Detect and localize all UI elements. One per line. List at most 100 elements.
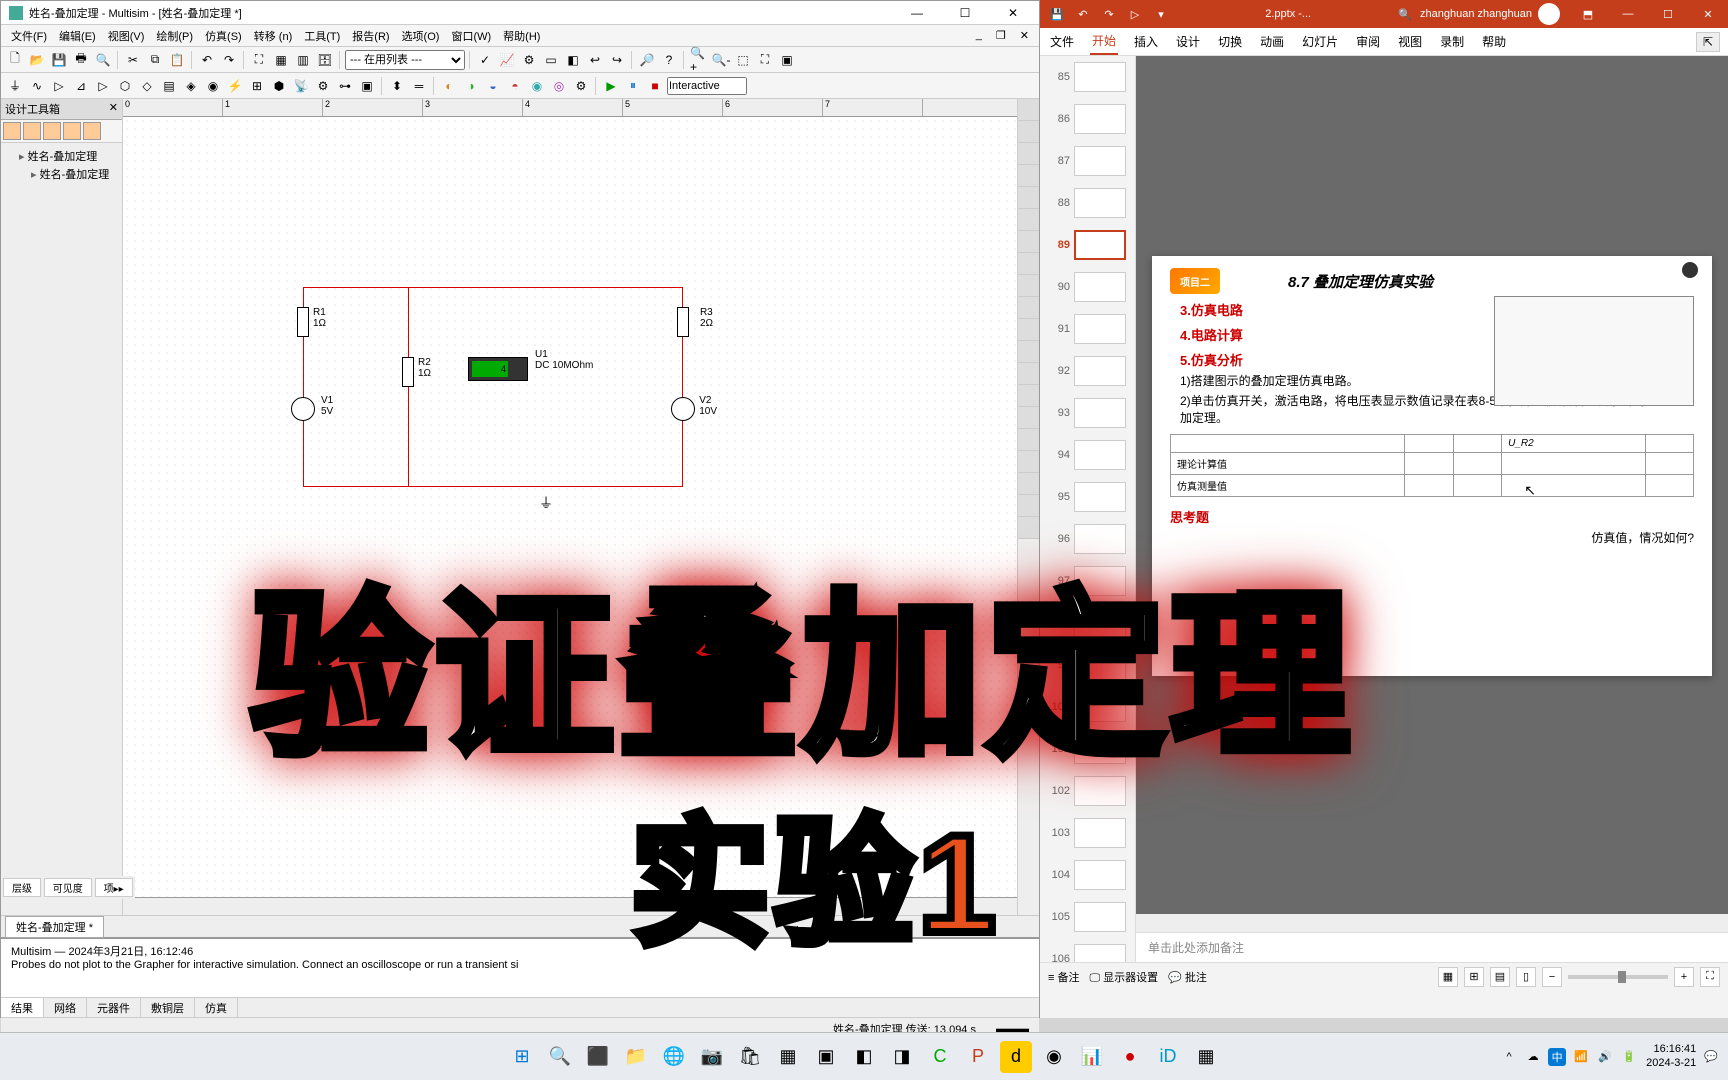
- transistor-icon[interactable]: ⊿: [71, 76, 91, 96]
- output-tab-nets[interactable]: 网络: [44, 998, 87, 1017]
- maximize-button[interactable]: ☐: [947, 3, 983, 23]
- instrument-bode-icon[interactable]: [1018, 209, 1039, 231]
- store-icon[interactable]: 🛍: [734, 1041, 766, 1073]
- undo-icon[interactable]: ↶: [1074, 5, 1092, 23]
- menu-window[interactable]: 窗口(W): [445, 28, 497, 44]
- app-icon[interactable]: ▣: [810, 1041, 842, 1073]
- sim-mode-field[interactable]: [667, 77, 747, 95]
- instrument-distort-icon[interactable]: [1018, 341, 1039, 363]
- output-tab-sim[interactable]: 仿真: [195, 998, 238, 1017]
- thumbnail-slide[interactable]: 93: [1040, 392, 1135, 434]
- schematic-tab[interactable]: 姓名-叠加定理 *: [5, 916, 104, 938]
- tray-onedrive-icon[interactable]: ☁: [1524, 1048, 1542, 1066]
- instrument-wattmeter-icon[interactable]: [1018, 143, 1039, 165]
- view-sorter-icon[interactable]: ⊞: [1464, 967, 1484, 987]
- probe-settings-icon[interactable]: ⚙: [571, 76, 591, 96]
- menu-place[interactable]: 绘制(P): [150, 28, 199, 44]
- redo-icon[interactable]: ↷: [219, 50, 239, 70]
- thumbnail-slide[interactable]: 100: [1040, 686, 1135, 728]
- grapher-icon[interactable]: 📈: [497, 50, 517, 70]
- tray-ime-icon[interactable]: 中: [1548, 1048, 1566, 1066]
- scrollbar-horizontal[interactable]: [123, 897, 1017, 915]
- schematic-canvas[interactable]: R11Ω R21Ω R32Ω V15V V210V 4 U1DC 10MOhm …: [123, 117, 1017, 897]
- resistor-r3[interactable]: [677, 307, 689, 337]
- ribbon-animations[interactable]: 动画: [1258, 29, 1286, 54]
- mdi-minimize[interactable]: _: [970, 29, 988, 42]
- ppt-scrollbar-horizontal[interactable]: [1136, 914, 1728, 932]
- instrument-labview-icon[interactable]: [1018, 473, 1039, 495]
- menu-file[interactable]: 文件(F): [5, 28, 53, 44]
- ribbon-design[interactable]: 设计: [1174, 29, 1202, 54]
- tab-hierarchy[interactable]: 层级: [3, 878, 41, 897]
- thumbnail-slide[interactable]: 95: [1040, 476, 1135, 518]
- tab-visibility[interactable]: 可见度: [44, 878, 92, 897]
- slide-thumbnails[interactable]: 8586878889909192939495969798991001011021…: [1040, 56, 1136, 962]
- cut-icon[interactable]: ✂: [123, 50, 143, 70]
- advanced-icon[interactable]: ⬢: [269, 76, 289, 96]
- run-button[interactable]: ▶: [601, 76, 621, 96]
- thumbnail-slide[interactable]: 98: [1040, 602, 1135, 644]
- windows-taskbar[interactable]: ⊞ 🔍 ⬛ 📁 🌐 📷 🛍 ▦ ▣ ◧ ◨ C P d ◉ 📊 ● iD ▦ ^…: [0, 1032, 1728, 1080]
- menu-options[interactable]: 选项(O): [396, 28, 446, 44]
- probe-ref-icon[interactable]: ◉: [527, 76, 547, 96]
- ultiboard-icon[interactable]: ◧: [563, 50, 583, 70]
- component-icon[interactable]: ▦: [271, 50, 291, 70]
- thumbnail-slide[interactable]: 106: [1040, 938, 1135, 962]
- zoom-in-icon[interactable]: +: [1674, 967, 1694, 987]
- instrument-scope4-icon[interactable]: [1018, 187, 1039, 209]
- tree-item[interactable]: 姓名-叠加定理: [5, 147, 118, 165]
- component2-icon[interactable]: ▥: [293, 50, 313, 70]
- close-button[interactable]: ✕: [1688, 0, 1728, 28]
- probe-v-icon[interactable]: ◐: [439, 76, 459, 96]
- thumbnail-slide[interactable]: 96: [1040, 518, 1135, 560]
- instrument-agilent2-icon[interactable]: [1018, 429, 1039, 451]
- tree-item[interactable]: 姓名-叠加定理: [5, 165, 118, 183]
- instrument-logic-icon[interactable]: [1018, 275, 1039, 297]
- output-tab-results[interactable]: 结果: [1, 998, 44, 1017]
- voltmeter-u1[interactable]: 4: [468, 357, 528, 381]
- ribbon-mode-icon[interactable]: ⬒: [1568, 0, 1608, 28]
- notifications-icon[interactable]: 💬: [1704, 1050, 1718, 1063]
- menu-view[interactable]: 视图(V): [102, 28, 151, 44]
- record-icon[interactable]: ●: [1114, 1041, 1146, 1073]
- zoom-area-icon[interactable]: ⬚: [733, 50, 753, 70]
- toolbox-icon-5[interactable]: [83, 122, 101, 140]
- app-icon[interactable]: iD: [1152, 1041, 1184, 1073]
- instrument-multimeter-icon[interactable]: [1018, 99, 1039, 121]
- toolbox-icon-3[interactable]: [43, 122, 61, 140]
- start-button[interactable]: ⊞: [506, 1041, 538, 1073]
- zoom-fit-icon[interactable]: ⛶: [1700, 967, 1720, 987]
- toolbox-icon-1[interactable]: [3, 122, 21, 140]
- instrument-network-icon[interactable]: [1018, 385, 1039, 407]
- elec-check-icon[interactable]: ✓: [475, 50, 495, 70]
- preview-icon[interactable]: 🔍: [93, 50, 113, 70]
- instrument-freq-icon[interactable]: [1018, 231, 1039, 253]
- probe-i-icon[interactable]: ◑: [461, 76, 481, 96]
- instrument-conv-icon[interactable]: [1018, 297, 1039, 319]
- thumbnail-slide[interactable]: 105: [1040, 896, 1135, 938]
- toolbox-close-icon[interactable]: ✕: [109, 101, 118, 117]
- toolbox-icon-4[interactable]: [63, 122, 81, 140]
- instrument-iv-icon[interactable]: [1018, 319, 1039, 341]
- menu-edit[interactable]: 编辑(E): [53, 28, 102, 44]
- output-tab-components[interactable]: 元器件: [87, 998, 141, 1017]
- misc-digital-icon[interactable]: ▤: [159, 76, 179, 96]
- ribbon-insert[interactable]: 插入: [1132, 29, 1160, 54]
- avatar[interactable]: [1538, 3, 1560, 25]
- instrument-wordgen-icon[interactable]: [1018, 253, 1039, 275]
- thumbnail-slide[interactable]: 90: [1040, 266, 1135, 308]
- zoom-fit-icon[interactable]: ⛶: [755, 50, 775, 70]
- thumbnail-slide[interactable]: 87: [1040, 140, 1135, 182]
- instrument-elvis-icon[interactable]: [1018, 495, 1039, 517]
- zoom-out-icon[interactable]: −: [1542, 967, 1562, 987]
- probe-diff-icon[interactable]: ◓: [505, 76, 525, 96]
- mdi-restore[interactable]: ❐: [990, 29, 1012, 42]
- mcu-icon[interactable]: ▣: [357, 76, 377, 96]
- mdi-close[interactable]: ✕: [1014, 29, 1035, 42]
- multisim-titlebar[interactable]: 姓名-叠加定理 - Multisim - [姓名-叠加定理 *] — ☐ ✕: [1, 1, 1039, 25]
- instrument-spectrum-icon[interactable]: [1018, 363, 1039, 385]
- resistor-r2[interactable]: [402, 357, 414, 387]
- thumbnail-slide[interactable]: 103: [1040, 812, 1135, 854]
- instrument-scope-icon[interactable]: [1018, 165, 1039, 187]
- indicator-icon[interactable]: ◉: [203, 76, 223, 96]
